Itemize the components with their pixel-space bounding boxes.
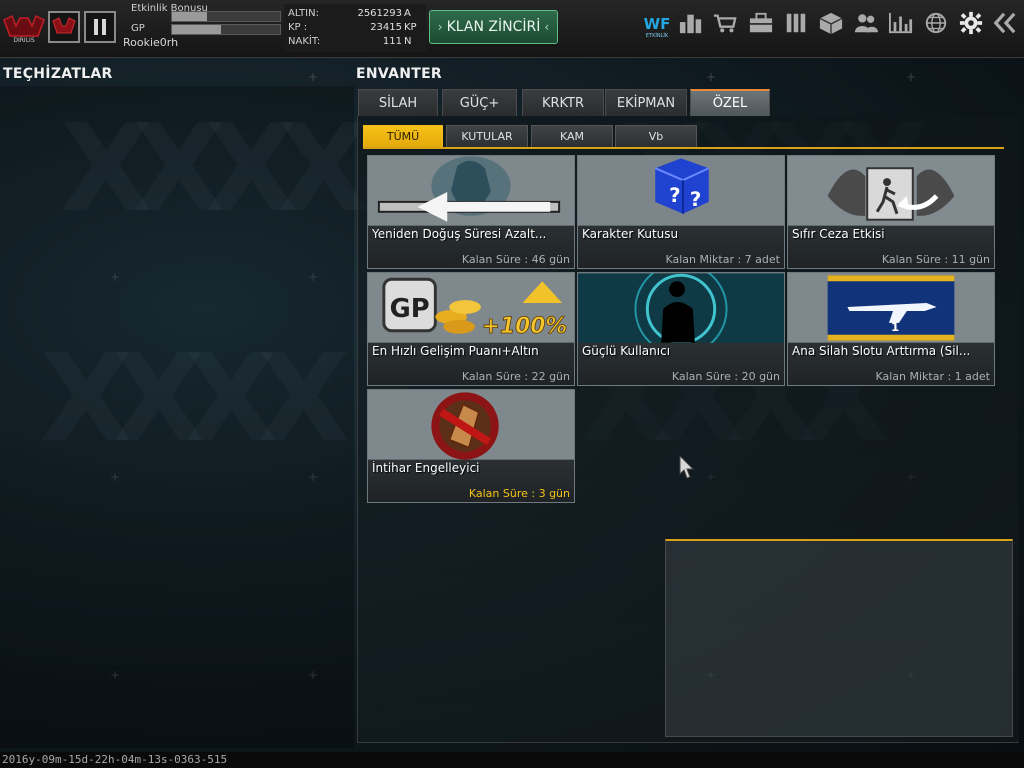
chevron-right-icon: › [437,20,443,34]
tab-character[interactable]: KRKTR [522,89,604,116]
item-info: Kalan Süre : 46 gün [461,253,570,266]
cash-label: NAKİT: [288,36,321,47]
inventory-title: ENVANTER [356,66,443,82]
event-bonus-bar [171,11,281,22]
item-info: Kalan Süre : 20 gün [671,370,780,383]
rank-badge[interactable] [84,11,116,43]
item-card-zero-penalty[interactable]: Sıfır Ceza Etkisi Kalan Süre : 11 gün [787,155,995,269]
shop-cart-icon[interactable] [710,9,740,37]
item-detail-panel [665,539,1013,737]
clan-logo: DIRILIS [3,14,45,44]
item-name: Yeniden Doğuş Süresi Azalt... [372,227,547,241]
item-card-power-user[interactable]: Güçlü Kullanıcı Kalan Süre : 20 gün [577,272,785,386]
equipment-panel [0,86,354,748]
item-name: Güçlü Kullanıcı [582,344,671,358]
svg-text:1: 1 [891,320,899,334]
tab-special[interactable]: ÖZEL [690,89,770,116]
gold-value: 2561293 [357,8,402,19]
respawn-time-icon [368,156,574,226]
item-card-respawn[interactable]: Yeniden Doğuş Süresi Azalt... Kalan Süre… [367,155,575,269]
status-bar: 2016y-09m-15d-22h-04m-13s-0363-515 [0,752,1024,768]
svg-text:DIRILIS: DIRILIS [13,37,34,44]
svg-text:GP: GP [390,294,430,324]
toolbox-icon[interactable] [746,9,776,37]
gp-label: GP [131,23,145,34]
no-grenade-icon [368,390,574,460]
exit-door-icon [788,156,994,226]
tab-equipment[interactable]: EKİPMAN [605,89,687,116]
username: Rookie0rh [123,36,179,49]
gp-booster-icon: GP +100% [368,273,574,343]
subtab-all[interactable]: TÜMÜ [363,125,443,148]
ranking-icon[interactable] [676,9,706,37]
equipment-panel-title: TEÇHİZATLAR [3,66,113,82]
item-name: En Hızlı Gelişim Puanı+Altın [372,344,539,358]
item-name: İntihar Engelleyici [372,461,480,475]
item-card-character-box[interactable]: ? ? Karakter Kutusu Kalan Miktar : 7 ade… [577,155,785,269]
item-info: Kalan Süre : 3 gün [468,487,570,500]
gold-label: ALTIN: [288,8,319,19]
item-info: Kalan Süre : 11 gün [881,253,990,266]
back-arrows-icon[interactable] [990,9,1020,37]
globe-icon[interactable] [921,9,951,37]
item-name: Karakter Kutusu [582,227,679,241]
equipment-icon[interactable] [781,9,811,37]
currency-panel: ALTIN: 2561293 A KP : 23415 KP NAKİT: 11… [284,4,426,52]
subtab-boxes[interactable]: KUTULAR [446,125,528,148]
gp-bar [171,24,281,35]
settings-gear-icon[interactable] [956,9,986,37]
cash-unit: N [404,36,412,47]
chevron-left-icon: ‹ [544,20,550,34]
cash-value: 111 [382,36,402,47]
mystery-box-icon: ? ? [578,156,784,226]
item-info: Kalan Miktar : 1 adet [875,370,990,383]
svg-text:WF: WF [644,15,671,33]
power-user-icon [578,273,784,343]
svg-text:ETKİNLİK: ETKİNLİK [646,32,669,39]
subtab-underline [363,147,1004,149]
subtab-kam[interactable]: KAM [531,125,613,148]
item-card-suicide-blocker[interactable]: İntihar Engelleyici Kalan Süre : 3 gün [367,389,575,503]
tab-weapon[interactable]: SİLAH [358,89,438,116]
boost-badge: +100% [482,314,567,339]
item-card-weapon-slot[interactable]: 1 Ana Silah Slotu Arttırma (Sil... Kalan… [787,272,995,386]
stats-icon[interactable] [886,9,916,37]
top-bar: DIRILIS Etkinlik Bonusu GP Rookie0rh ALT… [0,0,1024,58]
item-name: Ana Silah Slotu Arttırma (Sil... [792,344,971,358]
weapon-slot-icon: 1 [788,273,994,343]
subtab-other[interactable]: Vb [615,125,697,148]
item-info: Kalan Süre : 22 gün [461,370,570,383]
tab-power[interactable]: GÜÇ+ [442,89,517,116]
gold-unit: A [404,8,411,19]
timestamp: 2016y-09m-15d-22h-04m-13s-0363-515 [2,753,228,766]
kp-unit: KP [404,22,417,33]
item-info: Kalan Miktar : 7 adet [665,253,780,266]
mouse-cursor-icon [679,455,695,479]
svg-text:?: ? [669,184,680,207]
item-name: Sıfır Ceza Etkisi [792,227,885,241]
friends-icon[interactable] [851,9,881,37]
kp-value: 23415 [370,22,402,33]
item-card-gp-gold[interactable]: GP +100% En Hızlı Gelişim Puanı+Altın Ka… [367,272,575,386]
event-icon[interactable]: WF ETKİNLİK [640,9,674,39]
klan-chain-button[interactable]: › KLAN ZİNCİRİ ‹ [429,10,558,44]
klan-chain-label: KLAN ZİNCİRİ [446,19,541,35]
rank-emblem[interactable] [48,11,80,43]
svg-text:?: ? [690,188,701,211]
kp-label: KP : [288,22,308,33]
box-icon[interactable] [816,9,846,37]
